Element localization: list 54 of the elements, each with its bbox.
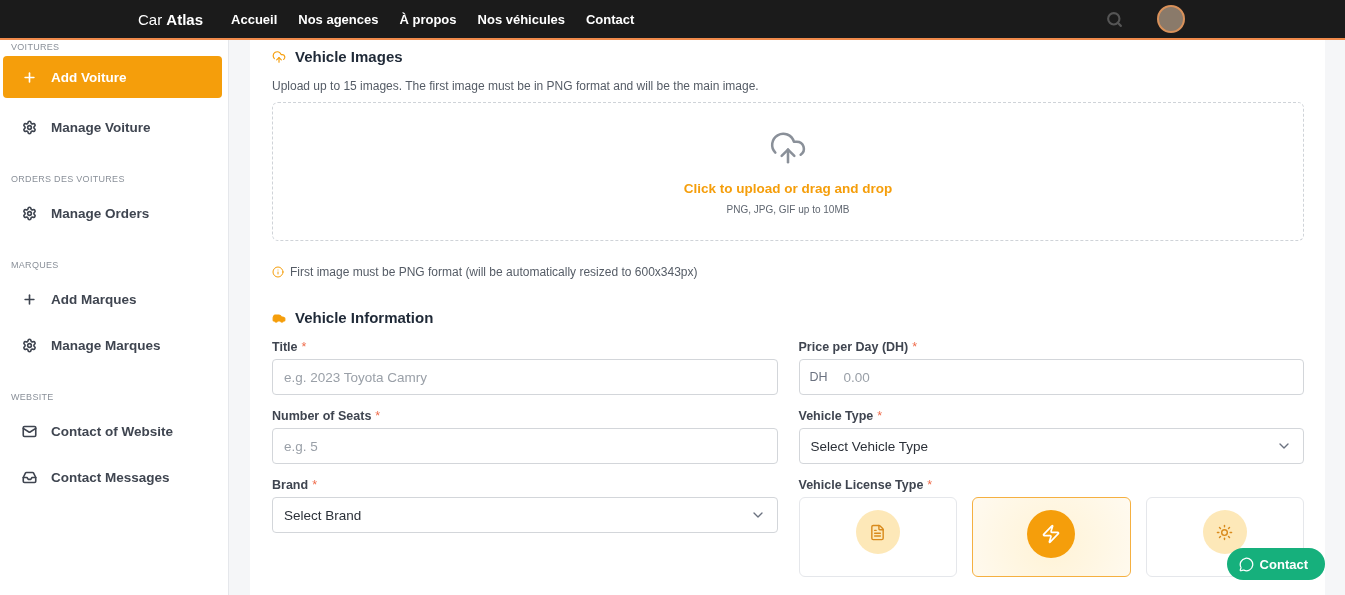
avatar[interactable]	[1157, 5, 1185, 33]
sun-icon	[1216, 523, 1234, 541]
nav-link[interactable]: Accueil	[231, 11, 278, 27]
section-heading: WEBSITE	[10, 391, 55, 404]
gear-icon	[22, 119, 37, 135]
info-icon	[272, 266, 284, 278]
section-heading: MARQUES	[10, 259, 60, 272]
plus-icon	[22, 69, 37, 85]
section-heading: VOITURES	[10, 42, 61, 54]
required-marker: *	[912, 340, 918, 354]
lightning-icon	[1041, 524, 1062, 544]
chat-icon	[1238, 556, 1254, 572]
sidebar-item[interactable]: Add Marques	[3, 282, 222, 316]
sidebar-item[interactable]: Manage Voiture	[3, 110, 222, 144]
select-dropdown[interactable]: Select Brand	[272, 497, 778, 533]
required-marker: *	[312, 478, 317, 492]
nav-link[interactable]: Nos véhicules	[477, 11, 565, 27]
field-label: Price per Day (DH)	[798, 340, 909, 354]
section-heading: ORDERS DES VOITURES	[10, 173, 126, 186]
required-marker: *	[375, 409, 381, 423]
gear-icon	[22, 337, 37, 353]
field-label: Vehicle License Type	[798, 478, 924, 492]
upload-description: Upload up to 15 images. The first image must be in PNG format and will be the main image.	[272, 79, 760, 93]
format-note: First image must be PNG format (will be automatically resized to 600x343px)	[290, 265, 698, 279]
search-icon[interactable]	[1106, 10, 1123, 28]
inbox-icon	[22, 469, 37, 485]
upload-hint: PNG, JPG, GIF up to 10MB	[726, 203, 850, 215]
gear-icon	[22, 205, 37, 221]
text-input[interactable]: e.g. 2023 Toyota Camry	[272, 359, 778, 395]
section-title: Vehicle Information	[295, 309, 434, 326]
license-option-card[interactable]	[972, 497, 1131, 577]
section-title: Vehicle Images	[295, 48, 403, 65]
field-label: Number of Seats	[272, 409, 372, 423]
nav-link[interactable]: À propos	[399, 11, 457, 27]
upload-dropzone[interactable]: Click to upload or drag and drop PNG, JPG, GIF up to 10MB	[272, 102, 1304, 241]
text-input[interactable]: e.g. 5	[272, 428, 778, 464]
nav-link[interactable]: Contact	[586, 11, 635, 27]
required-marker: *	[927, 478, 933, 492]
currency-prefix: DH	[809, 370, 828, 384]
sidebar-item[interactable]: Contact of Website	[3, 414, 222, 448]
field-label: Vehicle Type	[798, 409, 874, 423]
field-label: Title	[272, 340, 298, 354]
sidebar-item[interactable]: Manage Orders	[3, 196, 222, 230]
field-label: Brand	[272, 478, 309, 492]
required-marker: *	[301, 340, 307, 354]
plus-icon	[22, 291, 37, 307]
sidebar-item[interactable]: Manage Marques	[3, 328, 222, 362]
envelope-icon	[22, 423, 37, 439]
select-dropdown[interactable]: Select Vehicle Type	[798, 428, 1304, 464]
nav-link[interactable]: Nos agences	[298, 11, 379, 27]
sidebar-item[interactable]: Contact Messages	[3, 460, 222, 494]
required-marker: *	[877, 409, 883, 423]
document-icon	[869, 523, 887, 541]
brand-logo[interactable]: Car Atlas	[138, 10, 204, 28]
